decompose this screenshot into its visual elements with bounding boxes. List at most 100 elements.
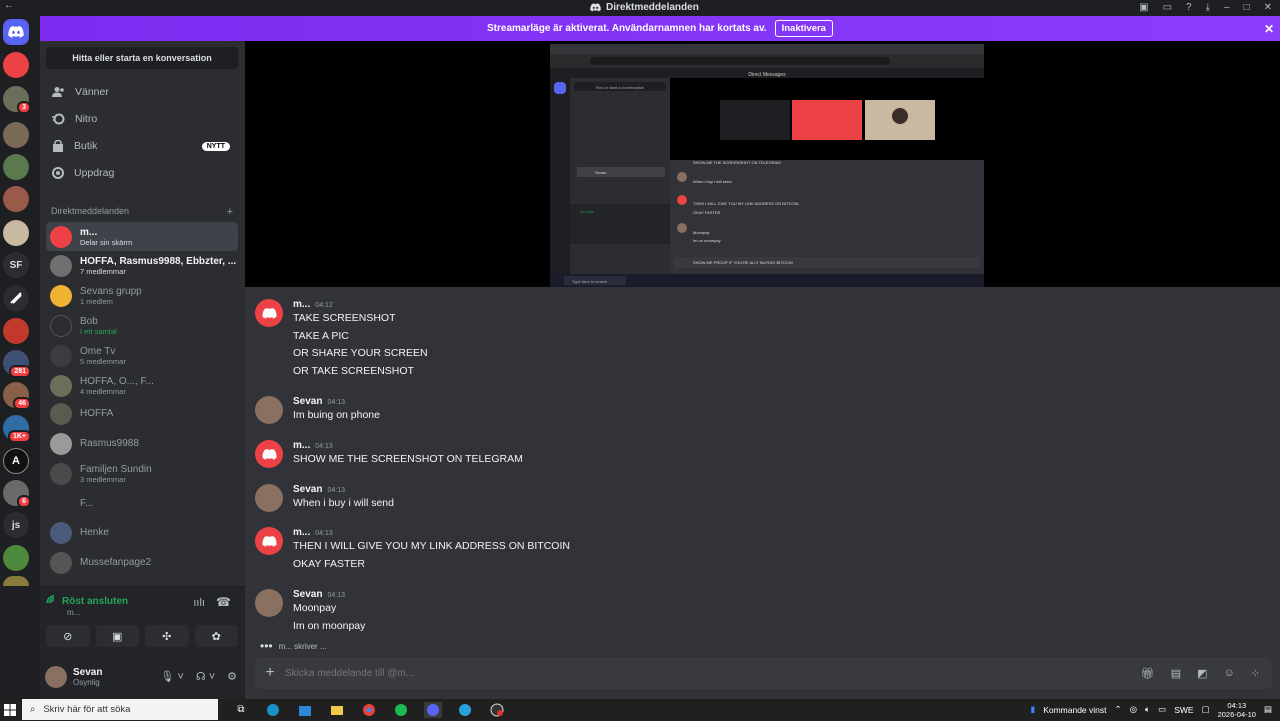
avatar[interactable] [255, 440, 283, 468]
dm-item[interactable]: F... [46, 489, 238, 518]
add-attachment-icon[interactable]: + [255, 664, 285, 682]
discord-taskbar-icon[interactable] [424, 701, 442, 718]
message-author[interactable]: Sevan [293, 484, 322, 495]
settings-gear-icon[interactable]: ⚙ [227, 670, 237, 683]
server-icon[interactable] [3, 576, 29, 586]
server-icon[interactable] [3, 186, 29, 212]
soundboard-button[interactable]: ✿ [194, 625, 238, 647]
server-icon[interactable] [3, 318, 29, 344]
message-author[interactable]: Sevan [293, 589, 322, 600]
telegram-icon[interactable] [456, 702, 474, 718]
server-icon[interactable]: A [3, 448, 29, 474]
server-sf[interactable]: SF [3, 252, 29, 278]
server-js[interactable]: js [3, 512, 29, 538]
obs-icon[interactable] [488, 702, 506, 718]
notifications-icon[interactable]: ▤ [1264, 704, 1272, 715]
home-dm-button[interactable] [3, 19, 29, 45]
apps-icon[interactable]: ⁘ [1251, 667, 1260, 680]
avatar[interactable] [255, 527, 283, 555]
noise-suppression-icon[interactable]: ıılı [193, 597, 205, 609]
speaker-icon[interactable]: 🔈︎ [1145, 704, 1150, 715]
stream-viewer[interactable]: Direct Messages Find or start a conversa… [245, 41, 1280, 287]
server-icon[interactable] [3, 122, 29, 148]
avatar[interactable] [255, 484, 283, 512]
clock[interactable]: 04:13 2026-04-10 [1218, 701, 1256, 719]
windows-start-icon[interactable] [4, 703, 16, 721]
server-icon[interactable]: 3 [3, 86, 31, 114]
avatar[interactable] [255, 589, 283, 617]
nav-quests[interactable]: Uppdrag [46, 160, 238, 186]
screen-icon[interactable]: ▭ [1163, 2, 1172, 13]
server-icon[interactable] [3, 154, 29, 180]
message-author[interactable]: m... [293, 527, 310, 538]
dm-item[interactable]: HOFFA [46, 399, 238, 428]
find-conversation-button[interactable]: Hitta eller starta en konversation [46, 47, 238, 69]
back-arrow-icon[interactable]: ← [4, 0, 14, 11]
network-icon[interactable]: ◎ [1130, 704, 1137, 715]
dm-item[interactable]: Rasmus9988 [46, 429, 238, 458]
message-input[interactable] [285, 667, 1141, 679]
tray-chevron-icon[interactable]: ⌃ [1115, 704, 1122, 715]
server-icon[interactable]: 6 [3, 480, 31, 508]
window-close-icon[interactable]: ✕ [1264, 2, 1272, 13]
taskbar-search[interactable]: ⌕ Skriv här för att söka [22, 699, 218, 720]
chrome-icon[interactable] [360, 702, 378, 718]
banner-close-icon[interactable]: ✕ [1264, 22, 1274, 36]
dm-item[interactable]: HOFFA, Rasmus9988, Ebbzter, ... 7 medlemm… [46, 251, 238, 280]
server-icon[interactable] [3, 545, 29, 571]
task-view-icon[interactable]: ⧉ [232, 702, 250, 718]
emoji-icon[interactable]: ☺ [1224, 667, 1235, 680]
dm-item[interactable]: Mussefanpage2 [46, 548, 238, 577]
dm-status: 1 medlem [80, 296, 113, 306]
create-dm-icon[interactable]: + [227, 206, 233, 218]
activities-button[interactable]: ✣ [145, 625, 189, 647]
message-author[interactable]: Sevan [293, 396, 322, 407]
spotify-icon[interactable] [392, 702, 410, 718]
battery-icon[interactable]: ▭ [1158, 704, 1166, 715]
avatar[interactable] [45, 665, 67, 688]
inner-line: OKAY FASTER [693, 210, 721, 215]
nav-nitro[interactable]: Nitro [46, 106, 238, 132]
server-icon[interactable]: 1K+ [3, 415, 31, 443]
edge-icon[interactable] [264, 702, 282, 718]
nav-shop[interactable]: Butik NYTT [46, 133, 238, 159]
dm-item[interactable]: Henke [46, 518, 238, 547]
dm-item[interactable]: HOFFA, O..., F... 4 medlemmar [46, 371, 238, 400]
dm-item[interactable]: m... Delar sin skärm [46, 222, 238, 251]
message-author[interactable]: m... [293, 299, 310, 310]
avatar[interactable] [255, 396, 283, 424]
dm-item[interactable]: Familjen Sundin 3 medlemmar [46, 459, 238, 488]
disable-streamer-mode-button[interactable]: Inaktivera [774, 20, 833, 37]
server-icon[interactable]: 46 [3, 382, 31, 410]
gif-icon[interactable]: ▤ [1171, 667, 1181, 680]
gift-icon[interactable]: 🎁︎ [1141, 667, 1155, 680]
dm-item[interactable]: Ome Tv 5 medlemmar [46, 341, 238, 370]
file-explorer-icon[interactable] [328, 702, 346, 718]
message-author[interactable]: m... [293, 440, 310, 451]
camera-off-button[interactable]: ⊘ [46, 625, 90, 647]
language-indicator[interactable]: SWE [1174, 705, 1193, 715]
store-icon[interactable] [296, 702, 314, 718]
message-line: Moonpay [293, 602, 337, 614]
headphones-icon[interactable]: ☊ ˅ [196, 670, 215, 683]
monitor-icon[interactable]: ▢ [1202, 704, 1210, 715]
dm-item[interactable]: Bob I ett samtal [46, 311, 238, 340]
message-line: When i buy i will send [293, 497, 394, 509]
share-screen-button[interactable]: ▣ [95, 625, 139, 647]
sticker-icon[interactable]: ◩ [1197, 667, 1207, 680]
server-icon[interactable]: 281 [3, 350, 31, 378]
dm-item[interactable]: Sevans grupp 1 medlem [46, 281, 238, 310]
server-icon[interactable] [3, 52, 29, 78]
server-icon[interactable] [3, 220, 29, 246]
microphone-icon[interactable]: 🎙︎ ˅ [160, 670, 183, 683]
help-icon[interactable]: ? [1186, 2, 1192, 13]
server-icon[interactable] [3, 285, 29, 311]
avatar[interactable] [255, 299, 283, 327]
nav-friends[interactable]: Vänner [46, 79, 238, 105]
maximize-icon[interactable]: □ [1244, 2, 1250, 13]
weather-text[interactable]: Kommande vinst [1043, 705, 1106, 715]
download-icon[interactable]: ⤓ [1206, 2, 1210, 13]
inbox-icon[interactable]: ▣ [1139, 2, 1148, 13]
minimize-icon[interactable]: – [1224, 2, 1230, 13]
disconnect-icon[interactable]: ☎ [216, 595, 231, 609]
